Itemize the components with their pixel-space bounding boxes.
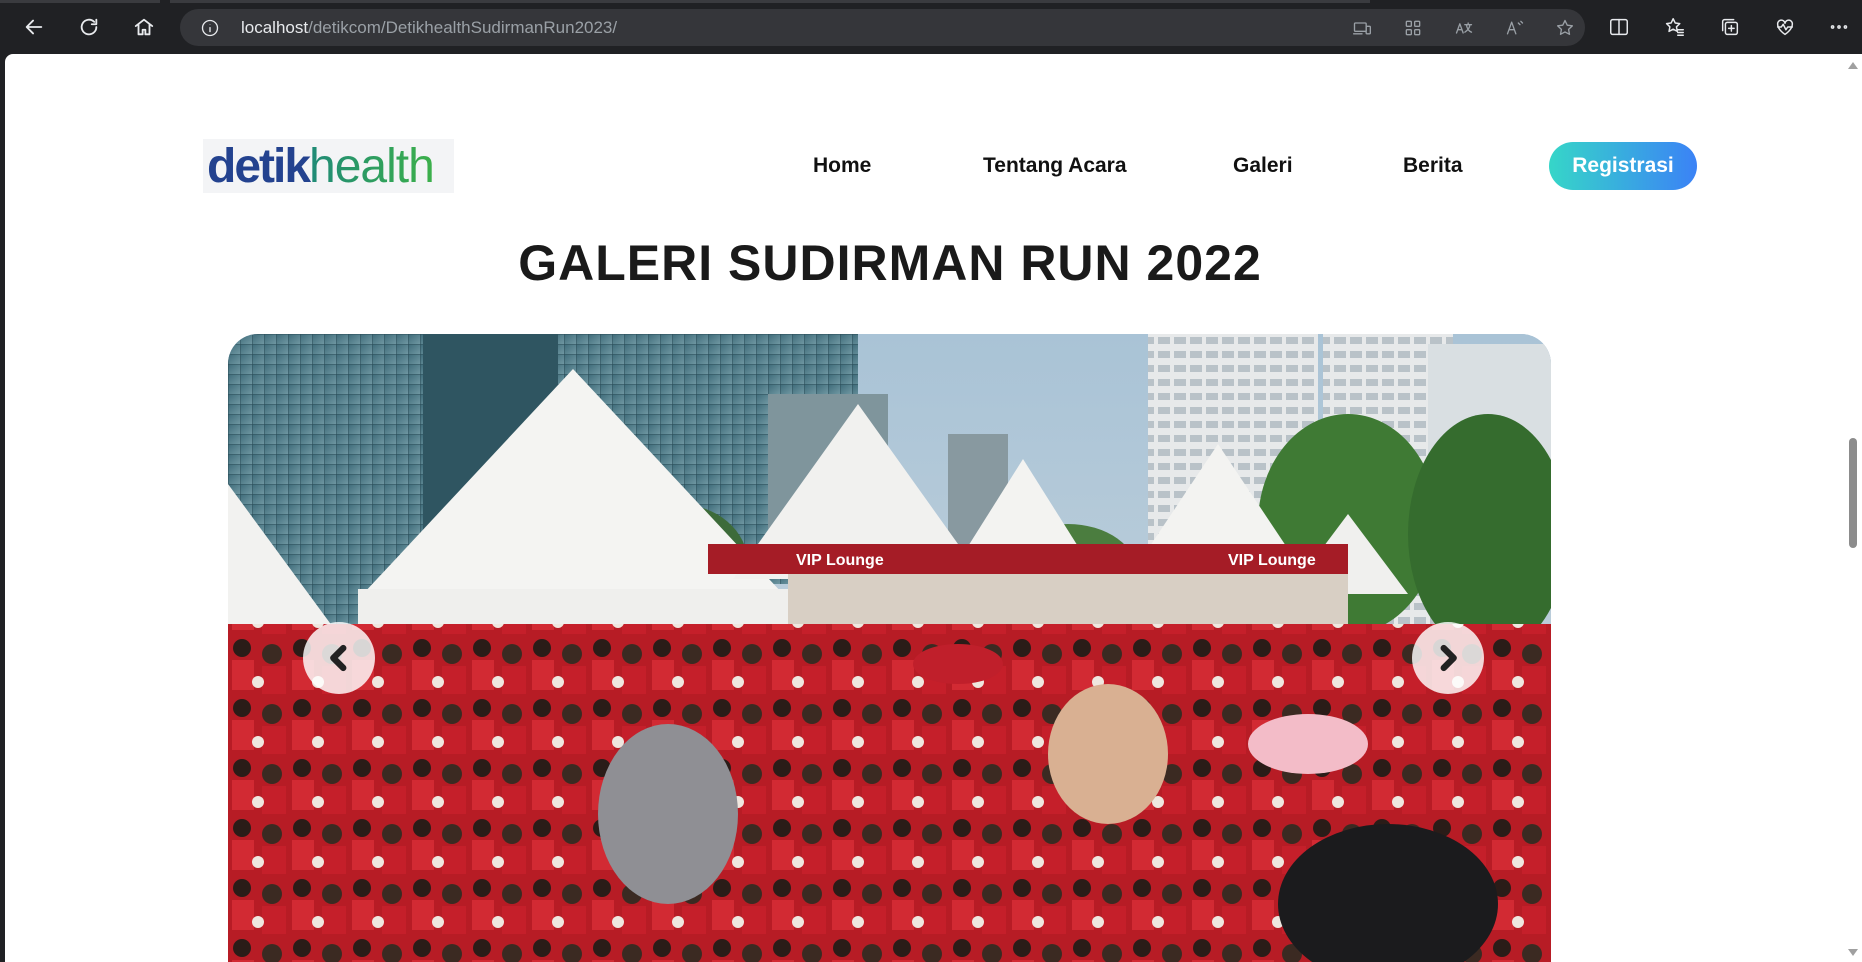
more-icon [1830, 25, 1848, 29]
split-screen-icon [1610, 18, 1628, 36]
url-path: /detikcom/DetikhealthSudirmanRun2023/ [308, 18, 618, 37]
nav-berita[interactable]: Berita [1403, 154, 1463, 178]
refresh-button[interactable] [72, 10, 106, 44]
carousel-prev-button[interactable] [303, 622, 375, 694]
translate-button[interactable] [1453, 17, 1475, 39]
collections-icon [1721, 18, 1739, 36]
chevron-right-icon [1440, 644, 1457, 672]
favorite-star-icon [1557, 19, 1573, 35]
browser-toolbar: localhost/detikcom/DetikhealthSudirmanRu… [0, 0, 1862, 54]
site-logo[interactable]: detik health [203, 139, 454, 193]
read-aloud-button[interactable] [1504, 17, 1526, 39]
home-button[interactable] [127, 10, 161, 44]
favorites-icon [1665, 18, 1684, 36]
site-info-button[interactable] [200, 18, 220, 38]
back-icon [25, 19, 43, 35]
page-scrollbar[interactable] [1843, 54, 1862, 962]
scrollbar-thumb[interactable] [1849, 438, 1857, 548]
logo-health-text: health [309, 139, 435, 193]
logo-detik-text: detik [207, 139, 311, 193]
gallery-carousel[interactable]: VIP Lounge VIP Lounge [228, 334, 1551, 962]
more-button[interactable] [1824, 12, 1854, 42]
scroll-up-arrow-icon[interactable] [1848, 62, 1858, 69]
apps-icon [1405, 20, 1421, 36]
read-aloud-icon [1506, 20, 1524, 35]
nav-home[interactable]: Home [813, 154, 871, 178]
scroll-down-arrow-icon[interactable] [1848, 949, 1858, 956]
nav-galeri[interactable]: Galeri [1233, 154, 1293, 178]
vip-lounge-banner-text-2: VIP Lounge [1228, 552, 1316, 569]
favorite-button[interactable] [1554, 17, 1576, 39]
apps-button[interactable] [1402, 17, 1424, 39]
gallery-photo: VIP Lounge VIP Lounge [228, 334, 1551, 962]
url-text[interactable]: localhost/detikcom/DetikhealthSudirmanRu… [241, 18, 617, 38]
favorites-button[interactable] [1660, 12, 1690, 42]
home-icon [134, 18, 154, 36]
split-screen-button[interactable] [1604, 12, 1634, 42]
device-button[interactable] [1351, 17, 1373, 39]
health-icon [1776, 19, 1794, 36]
url-host: localhost [241, 18, 309, 37]
health-button[interactable] [1770, 12, 1800, 42]
registrasi-button[interactable]: Registrasi [1549, 142, 1697, 190]
page-viewport: detik health Home Tentang Acara Galeri Be… [5, 54, 1843, 962]
collections-button[interactable] [1715, 12, 1745, 42]
tab-strip [0, 0, 1862, 4]
info-icon [201, 19, 219, 37]
translate-icon [1455, 22, 1473, 34]
vip-lounge-banner-text: VIP Lounge [796, 552, 884, 569]
carousel-next-button[interactable] [1412, 622, 1484, 694]
device-icon [1353, 22, 1371, 35]
back-button[interactable] [17, 10, 51, 44]
nav-tentang-acara[interactable]: Tentang Acara [983, 154, 1127, 178]
address-bar[interactable]: localhost/detikcom/DetikhealthSudirmanRu… [180, 9, 1585, 46]
chevron-left-icon [330, 644, 347, 672]
refresh-icon [80, 18, 98, 36]
gallery-title: GALERI SUDIRMAN RUN 2022 [518, 235, 1262, 291]
